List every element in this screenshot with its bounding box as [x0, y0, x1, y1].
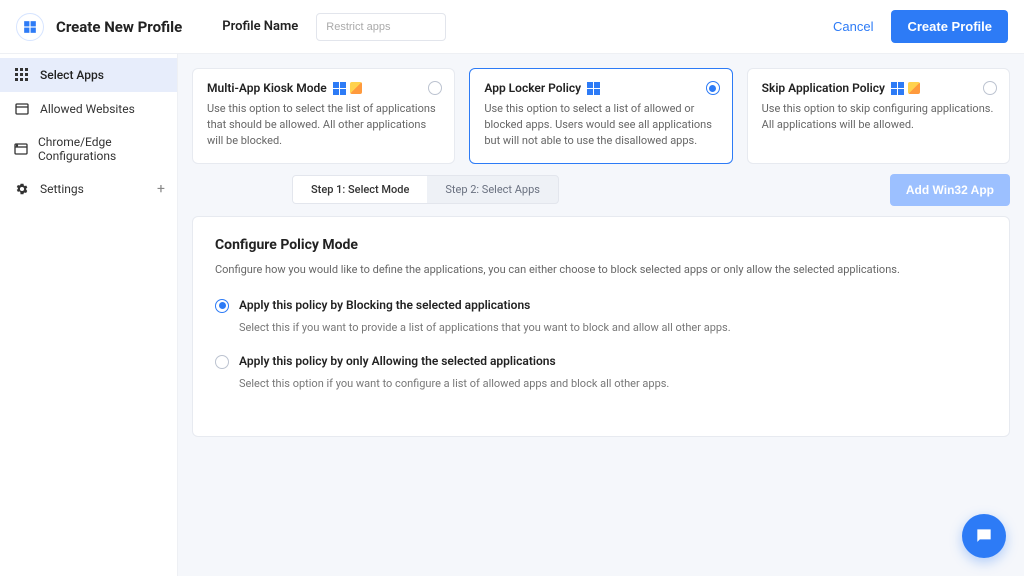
- option-label: Apply this policy by Blocking the select…: [239, 298, 530, 312]
- card-multi-app-kiosk[interactable]: Multi-App Kiosk Mode Use this option to …: [192, 68, 455, 164]
- card-title: Multi-App Kiosk Mode: [207, 81, 327, 95]
- windows-icon: [891, 82, 904, 95]
- flag-icon: [908, 82, 920, 94]
- option-block[interactable]: Apply this policy by Blocking the select…: [215, 298, 987, 313]
- windows-icon: [23, 20, 37, 34]
- sidebar-item-label: Allowed Websites: [40, 102, 135, 116]
- sidebar-item-label: Chrome/Edge Configurations: [38, 135, 163, 163]
- main-content: Multi-App Kiosk Mode Use this option to …: [178, 54, 1024, 576]
- sidebar-item-label: Select Apps: [40, 68, 104, 82]
- flag-icon: [350, 82, 362, 94]
- card-title: App Locker Policy: [484, 81, 581, 95]
- window-icon: [14, 141, 28, 157]
- option-desc: Select this option if you want to config…: [239, 377, 987, 390]
- browser-icon: [14, 101, 30, 117]
- policy-mode-panel: Configure Policy Mode Configure how you …: [192, 216, 1010, 437]
- sidebar-item-label: Settings: [40, 182, 84, 196]
- card-desc: Use this option to select the list of ap…: [207, 101, 440, 149]
- radio-indicator[interactable]: [215, 299, 229, 313]
- create-profile-button[interactable]: Create Profile: [891, 10, 1008, 43]
- plus-icon: +: [157, 181, 165, 197]
- grid-icon: [14, 67, 30, 83]
- page-title: Create New Profile: [56, 18, 182, 36]
- radio-indicator[interactable]: [215, 355, 229, 369]
- top-bar: Create New Profile Profile Name Cancel C…: [0, 0, 1024, 54]
- step-tabs: Step 1: Select Mode Step 2: Select Apps: [292, 175, 559, 204]
- card-app-locker[interactable]: App Locker Policy Use this option to sel…: [469, 68, 732, 164]
- option-desc: Select this if you want to provide a lis…: [239, 321, 987, 334]
- mode-cards: Multi-App Kiosk Mode Use this option to …: [192, 68, 1010, 164]
- panel-title: Configure Policy Mode: [215, 237, 987, 253]
- radio-indicator[interactable]: [706, 81, 720, 95]
- tab-step1[interactable]: Step 1: Select Mode: [293, 176, 427, 203]
- add-win32-button[interactable]: Add Win32 App: [890, 174, 1010, 206]
- chat-icon: [974, 526, 994, 546]
- profile-name-input[interactable]: [316, 13, 446, 41]
- sidebar-item-settings[interactable]: Settings +: [0, 172, 177, 206]
- gear-icon: [14, 181, 30, 197]
- brand-logo: [16, 13, 44, 41]
- sidebar-item-chrome-edge[interactable]: Chrome/Edge Configurations: [0, 126, 177, 172]
- card-title: Skip Application Policy: [762, 81, 885, 95]
- chat-fab[interactable]: [962, 514, 1006, 558]
- windows-icon: [333, 82, 346, 95]
- sidebar-item-allowed-websites[interactable]: Allowed Websites: [0, 92, 177, 126]
- profile-name-label: Profile Name: [222, 19, 298, 34]
- windows-icon: [587, 82, 600, 95]
- tab-step2[interactable]: Step 2: Select Apps: [427, 176, 558, 203]
- radio-indicator[interactable]: [983, 81, 997, 95]
- card-desc: Use this option to skip configuring appl…: [762, 101, 995, 133]
- cancel-button[interactable]: Cancel: [833, 19, 873, 34]
- card-desc: Use this option to select a list of allo…: [484, 101, 717, 149]
- option-label: Apply this policy by only Allowing the s…: [239, 354, 556, 368]
- option-allow[interactable]: Apply this policy by only Allowing the s…: [215, 354, 987, 369]
- panel-subtitle: Configure how you would like to define t…: [215, 263, 987, 276]
- sidebar-item-select-apps[interactable]: Select Apps: [0, 58, 177, 92]
- sidebar: Select Apps Allowed Websites Chrome/Edge…: [0, 54, 178, 576]
- card-skip-policy[interactable]: Skip Application Policy Use this option …: [747, 68, 1010, 164]
